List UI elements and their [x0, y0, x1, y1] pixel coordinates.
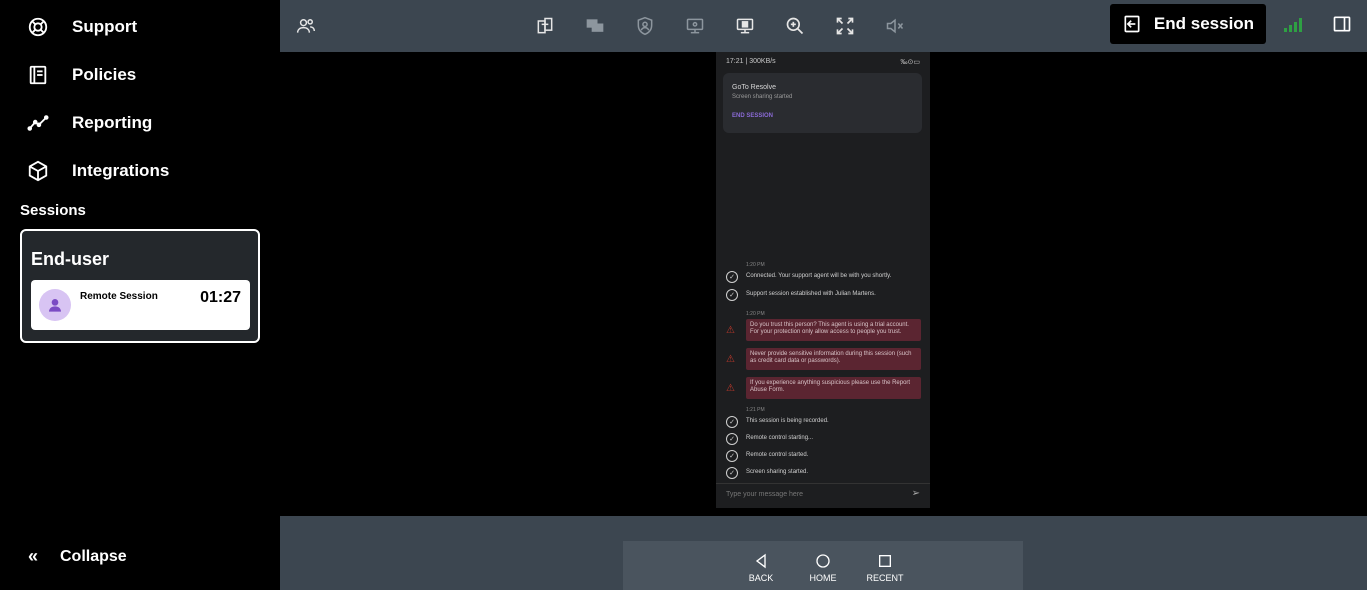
home-circle-icon — [816, 554, 830, 568]
chat-timestamp: 1:20 PM — [746, 311, 765, 317]
chat-message: ✓ This session is being recorded. — [726, 416, 829, 428]
shield-user-icon[interactable] — [633, 14, 657, 38]
check-circle-icon: ✓ — [726, 289, 738, 301]
chat-message: ✓ Screen sharing started. — [726, 467, 808, 479]
phone-notification[interactable]: GoTo Resolve Screen sharing started END … — [723, 73, 922, 133]
warning-triangle-icon: ⚠ — [726, 324, 735, 336]
remote-control-icon[interactable] — [733, 14, 757, 38]
remote-view-icon[interactable] — [683, 14, 707, 38]
session-card[interactable]: End-user Remote Session 01:27 — [20, 229, 260, 343]
back-label: BACK — [748, 573, 774, 583]
back-triangle-icon — [755, 553, 766, 569]
check-circle-icon: ✓ — [726, 450, 738, 462]
chat-warning: ⚠ Do you trust this person? This agent is… — [726, 319, 921, 341]
chat-message: ✓ Remote control started. — [726, 450, 808, 462]
notification-subtitle: Screen sharing started — [732, 94, 793, 100]
android-nav-bar: BACK HOME RECENT — [623, 541, 1023, 590]
android-recent-button[interactable]: RECENT — [865, 553, 905, 583]
check-circle-icon: ✓ — [726, 271, 738, 283]
participants-icon[interactable] — [294, 14, 318, 38]
sessions-heading: Sessions — [20, 202, 86, 219]
session-name: Remote Session — [80, 291, 158, 302]
collapse-label: Collapse — [60, 547, 127, 565]
sidebar-item-label: Integrations — [72, 161, 170, 180]
session-item[interactable]: Remote Session 01:27 — [31, 280, 250, 330]
exit-icon — [1124, 15, 1140, 33]
sidebar-item-integrations[interactable]: Integrations — [26, 156, 169, 186]
chat-timestamp: 1:20 PM — [746, 262, 765, 268]
collapse-button[interactable]: « Collapse — [28, 546, 127, 567]
side-panel-toggle-icon[interactable] — [1332, 14, 1352, 34]
signal-strength-icon — [1284, 18, 1302, 32]
sidebar-item-label: Reporting — [72, 113, 153, 132]
home-label: HOME — [809, 573, 837, 583]
end-session-button[interactable]: End session — [1110, 4, 1266, 44]
send-icon[interactable]: ➢ — [912, 488, 920, 499]
remote-screen-viewer[interactable]: ) 17:21 | 300KB/s ‰⊙▭ GoTo Resolve Scree… — [280, 52, 1367, 516]
notification-end-session[interactable]: END SESSION — [732, 113, 773, 119]
chat-timestamp: 1:21 PM — [746, 407, 765, 413]
fullscreen-icon[interactable] — [833, 14, 857, 38]
chat-message: ✓ Support session established with Julian… — [726, 289, 876, 301]
warning-triangle-icon: ⚠ — [726, 353, 735, 365]
cube-icon — [26, 159, 50, 183]
sidebar: Support Policies Reporting Integrations … — [0, 0, 280, 590]
lifebuoy-icon — [26, 15, 50, 39]
recent-square-icon — [879, 555, 891, 567]
chat-warning: ⚠ Never provide sensitive information dur… — [726, 348, 921, 370]
phone-status-right: ‰⊙▭ — [900, 59, 920, 66]
phone-screen[interactable]: 17:21 | 300KB/s ‰⊙▭ GoTo Resolve Screen … — [716, 52, 930, 508]
book-icon — [26, 63, 50, 87]
check-circle-icon: ✓ — [726, 467, 738, 479]
session-timer: 01:27 — [200, 289, 241, 306]
sidebar-item-policies[interactable]: Policies — [26, 60, 136, 90]
chat-input[interactable]: Type your message here — [726, 491, 803, 498]
session-card-title: End-user — [31, 249, 110, 269]
bottom-bar: BACK HOME RECENT — [280, 516, 1367, 590]
android-back-button[interactable]: BACK — [741, 553, 781, 583]
double-chevron-left-icon: « — [28, 546, 39, 566]
screens-icon[interactable] — [583, 14, 607, 38]
check-circle-icon: ✓ — [726, 416, 738, 428]
app-root: Support Policies Reporting Integrations … — [0, 0, 1367, 590]
chat-warning: ⚠ If you experience anything suspicious p… — [726, 377, 921, 399]
chat-input-bar[interactable]: Type your message here ➢ — [716, 483, 930, 505]
avatar — [39, 289, 71, 321]
clipboard-transfer-icon[interactable] — [533, 14, 557, 38]
chat-message: ✓ Remote control starting... — [726, 433, 813, 445]
notification-title: GoTo Resolve — [732, 84, 776, 91]
end-session-label: End session — [1153, 14, 1255, 33]
sidebar-item-label: Policies — [72, 65, 137, 84]
sidebar-item-support[interactable]: Support — [26, 12, 137, 42]
mute-icon[interactable] — [883, 14, 907, 38]
zoom-in-icon[interactable] — [783, 14, 807, 38]
sidebar-item-reporting[interactable]: Reporting — [26, 108, 152, 138]
recent-label: RECENT — [866, 573, 904, 583]
check-circle-icon: ✓ — [726, 433, 738, 445]
warning-triangle-icon: ⚠ — [726, 382, 735, 394]
phone-status-left: 17:21 | 300KB/s — [726, 58, 776, 65]
session-toolbar: End session — [280, 0, 1367, 52]
user-icon — [49, 299, 61, 312]
chart-line-icon — [26, 111, 50, 135]
sidebar-item-label: Support — [72, 17, 138, 36]
android-home-button[interactable]: HOME — [803, 553, 843, 583]
chat-message: ✓ Connected. Your support agent will be w… — [726, 271, 891, 283]
